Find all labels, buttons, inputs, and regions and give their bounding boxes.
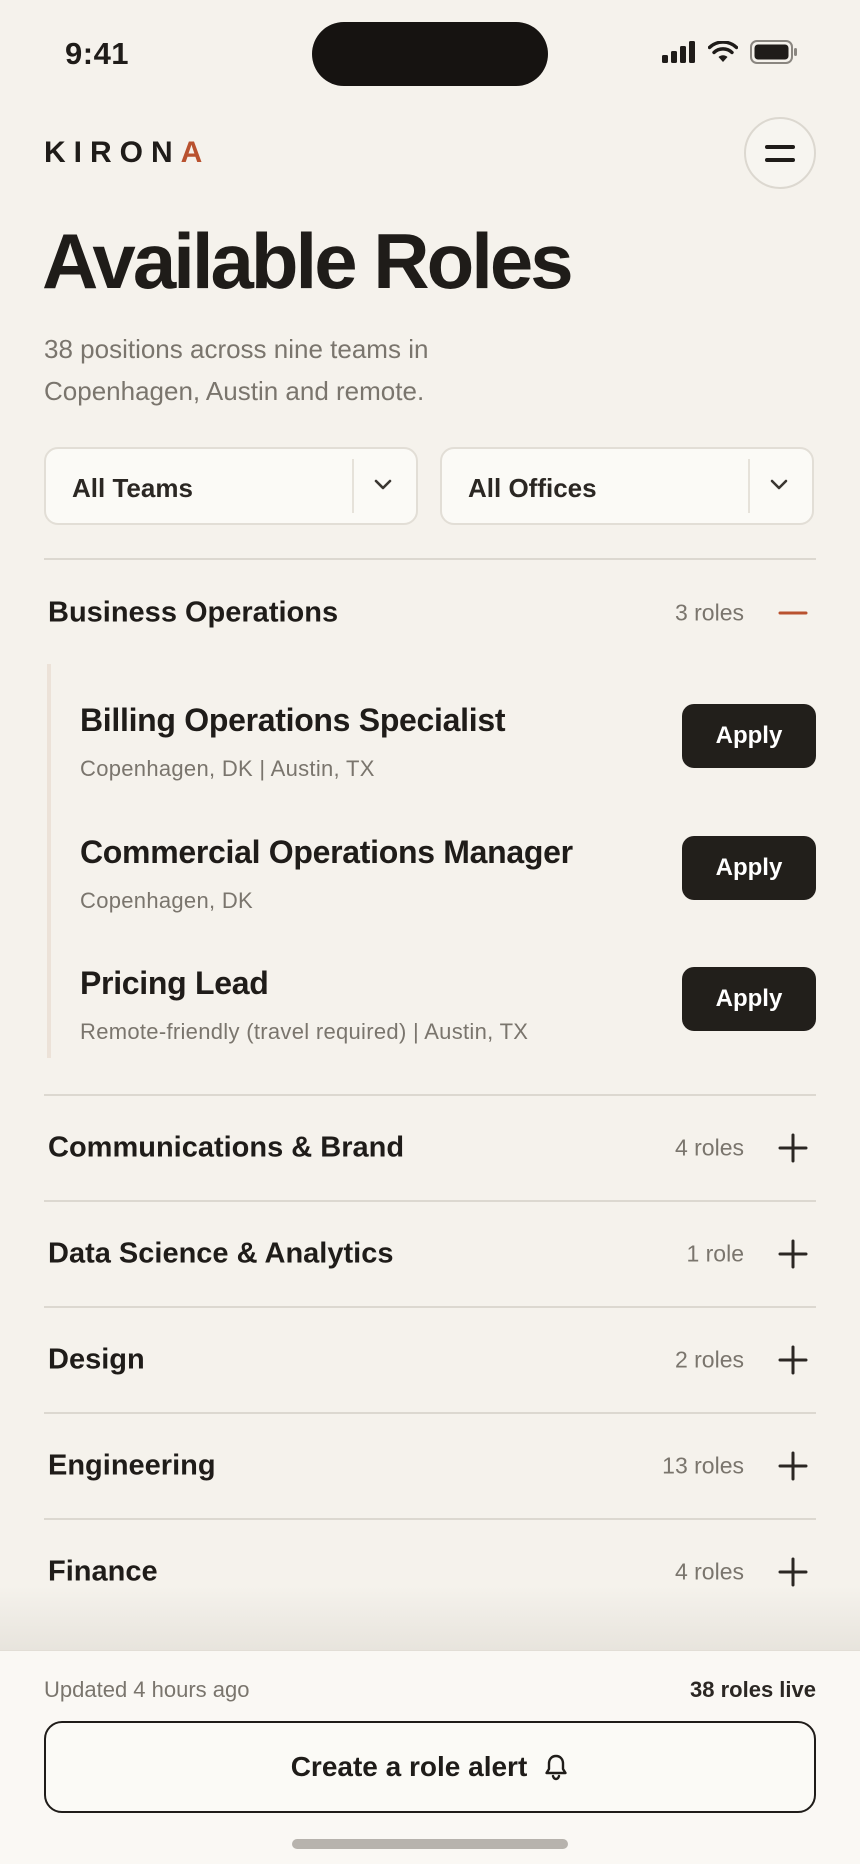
status-icons [662, 40, 798, 64]
brand-accent-letter: A [180, 136, 211, 169]
status-bar: 9:41 [0, 0, 860, 110]
cellular-signal-icon [662, 41, 695, 63]
section-count: 4 roles [674, 1134, 744, 1161]
status-time: 9:41 [65, 36, 130, 71]
collapse-minus-icon[interactable] [778, 598, 808, 628]
section-count: 13 roles [662, 1452, 744, 1479]
page-subtitle: 38 positions across nine teams in Copenh… [44, 334, 429, 406]
filter-divider [748, 459, 750, 513]
section-divider [44, 558, 816, 560]
bell-icon [545, 1754, 567, 1781]
last-updated-text: Updated 4 hours ago [44, 1677, 250, 1702]
role-item: Pricing Lead Remote-friendly (travel req… [80, 941, 816, 1051]
role-item: Billing Operations Specialist Copenhagen… [80, 678, 816, 788]
expand-plus-icon[interactable] [778, 1345, 808, 1375]
wifi-icon [708, 41, 738, 62]
create-role-alert-label: Create a role alert [290, 1751, 528, 1782]
bottom-fade [0, 1586, 860, 1652]
expand-plus-icon[interactable] [778, 1239, 808, 1269]
role-title[interactable]: Billing Operations Specialist [80, 702, 505, 739]
section-name: Business Operations [48, 596, 339, 629]
offices-filter-value: All Offices [468, 473, 597, 503]
brand-logo[interactable]: KIRONA [44, 136, 210, 170]
role-item: Commercial Operations Manager Copenhagen… [80, 810, 816, 920]
role-title[interactable]: Pricing Lead [80, 965, 269, 1002]
section-count: 4 roles [674, 1558, 744, 1585]
section-header-engineering[interactable]: Engineering 13 roles [44, 1414, 816, 1518]
apply-button[interactable]: Apply [682, 967, 816, 1031]
brand-name: KIRON [44, 136, 181, 169]
section-name: Data Science & Analytics [48, 1237, 394, 1270]
menu-icon-bottom-bar [765, 157, 795, 162]
business-operations-roles-list: Billing Operations Specialist Copenhagen… [44, 664, 816, 1058]
section-name: Finance [48, 1555, 158, 1588]
expand-plus-icon[interactable] [778, 1133, 808, 1163]
section-name: Engineering [48, 1449, 216, 1482]
expand-plus-icon[interactable] [778, 1557, 808, 1587]
list-accent-line [47, 664, 51, 1058]
section-header-data-science-analytics[interactable]: Data Science & Analytics 1 role [44, 1202, 816, 1306]
teams-filter-value: All Teams [72, 473, 193, 503]
home-indicator[interactable] [292, 1839, 568, 1849]
role-locations: Copenhagen, DK [80, 888, 253, 913]
expand-plus-icon[interactable] [778, 1451, 808, 1481]
battery-icon [750, 40, 797, 64]
menu-icon-top-bar [765, 144, 795, 149]
chevron-down-icon [770, 479, 788, 490]
section-header-design[interactable]: Design 2 roles [44, 1308, 816, 1412]
section-count: 3 roles [674, 599, 744, 626]
section-count: 2 roles [674, 1346, 744, 1373]
role-locations: Remote-friendly (travel required) | Aust… [80, 1019, 529, 1044]
role-title[interactable]: Commercial Operations Manager [80, 834, 573, 871]
apply-button[interactable]: Apply [682, 836, 816, 900]
section-header-business-operations[interactable]: Business Operations 3 roles [44, 561, 816, 665]
section-name: Communications & Brand [48, 1131, 405, 1164]
apply-button[interactable]: Apply [682, 704, 816, 768]
dynamic-island [312, 22, 548, 86]
create-role-alert-button[interactable]: Create a role alert [44, 1721, 816, 1813]
section-count: 1 role [686, 1240, 744, 1267]
section-header-communications-brand[interactable]: Communications & Brand 4 roles [44, 1096, 816, 1200]
chevron-down-icon [374, 479, 392, 490]
menu-button[interactable] [744, 117, 816, 189]
section-name: Design [48, 1343, 145, 1376]
teams-filter-select[interactable]: All Teams [44, 447, 418, 525]
offices-filter-select[interactable]: All Offices [440, 447, 814, 525]
bottom-sheet: Updated 4 hours ago 38 roles live Create… [0, 1650, 860, 1864]
page-title: Available Roles [42, 217, 574, 305]
filter-divider [352, 459, 354, 513]
role-locations: Copenhagen, DK | Austin, TX [80, 756, 375, 781]
live-roles-count: 38 roles live [690, 1677, 816, 1702]
